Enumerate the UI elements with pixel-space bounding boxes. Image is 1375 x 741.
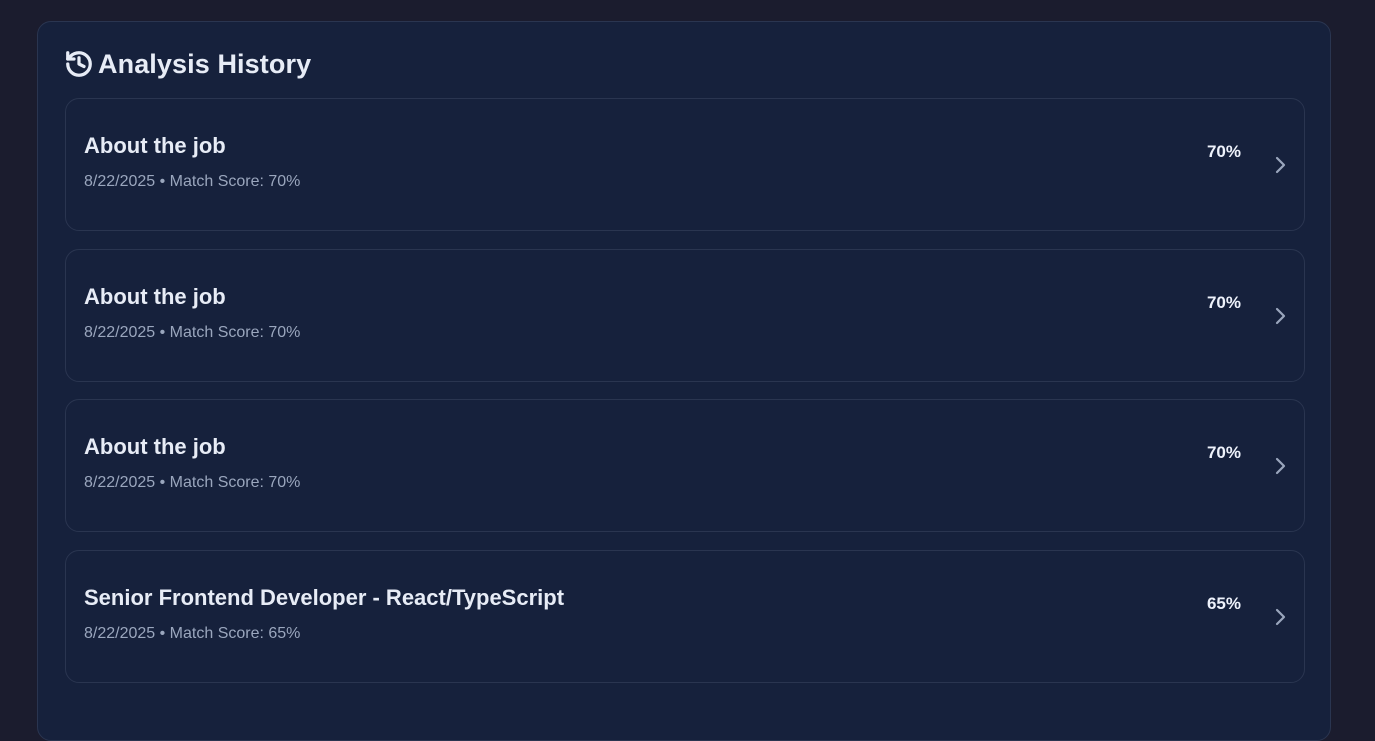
chevron-right-icon[interactable]	[1271, 154, 1289, 176]
match-score-badge: 65%	[1206, 593, 1241, 613]
history-item-title: About the job	[84, 434, 226, 459]
match-score-badge: 70%	[1206, 142, 1241, 161]
history-item-title: About the job	[84, 133, 226, 158]
history-item-meta: 8/22/2025 • Match Score: 70%	[84, 474, 301, 491]
history-item[interactable]: About the job 8/22/2025 • Match Score: 7…	[65, 248, 1305, 382]
history-icon	[64, 49, 94, 79]
history-item[interactable]: Senior Frontend Developer - React/TypeSc…	[65, 549, 1305, 683]
history-item-title: About the job	[84, 283, 226, 309]
chevron-right-icon[interactable]	[1271, 305, 1289, 327]
chevron-right-icon[interactable]	[1271, 606, 1289, 628]
history-item-meta: 8/22/2025 • Match Score: 65%	[84, 624, 301, 642]
history-item-meta: 8/22/2025 • Match Score: 70%	[84, 323, 301, 341]
analysis-history-panel: Analysis History About the job 8/22/2025…	[37, 21, 1331, 741]
page-title: Analysis History	[98, 48, 312, 79]
match-score-badge: 70%	[1206, 443, 1241, 462]
chevron-right-icon[interactable]	[1271, 455, 1289, 477]
panel-header: Analysis History	[64, 48, 311, 80]
history-list: About the job 8/22/2025 • Match Score: 7…	[65, 98, 1305, 700]
match-score-badge: 70%	[1206, 292, 1241, 312]
history-item[interactable]: About the job 8/22/2025 • Match Score: 7…	[65, 98, 1305, 231]
history-item[interactable]: About the job 8/22/2025 • Match Score: 7…	[65, 399, 1305, 532]
history-item-meta: 8/22/2025 • Match Score: 70%	[84, 173, 301, 190]
history-item-title: Senior Frontend Developer - React/TypeSc…	[84, 584, 565, 610]
